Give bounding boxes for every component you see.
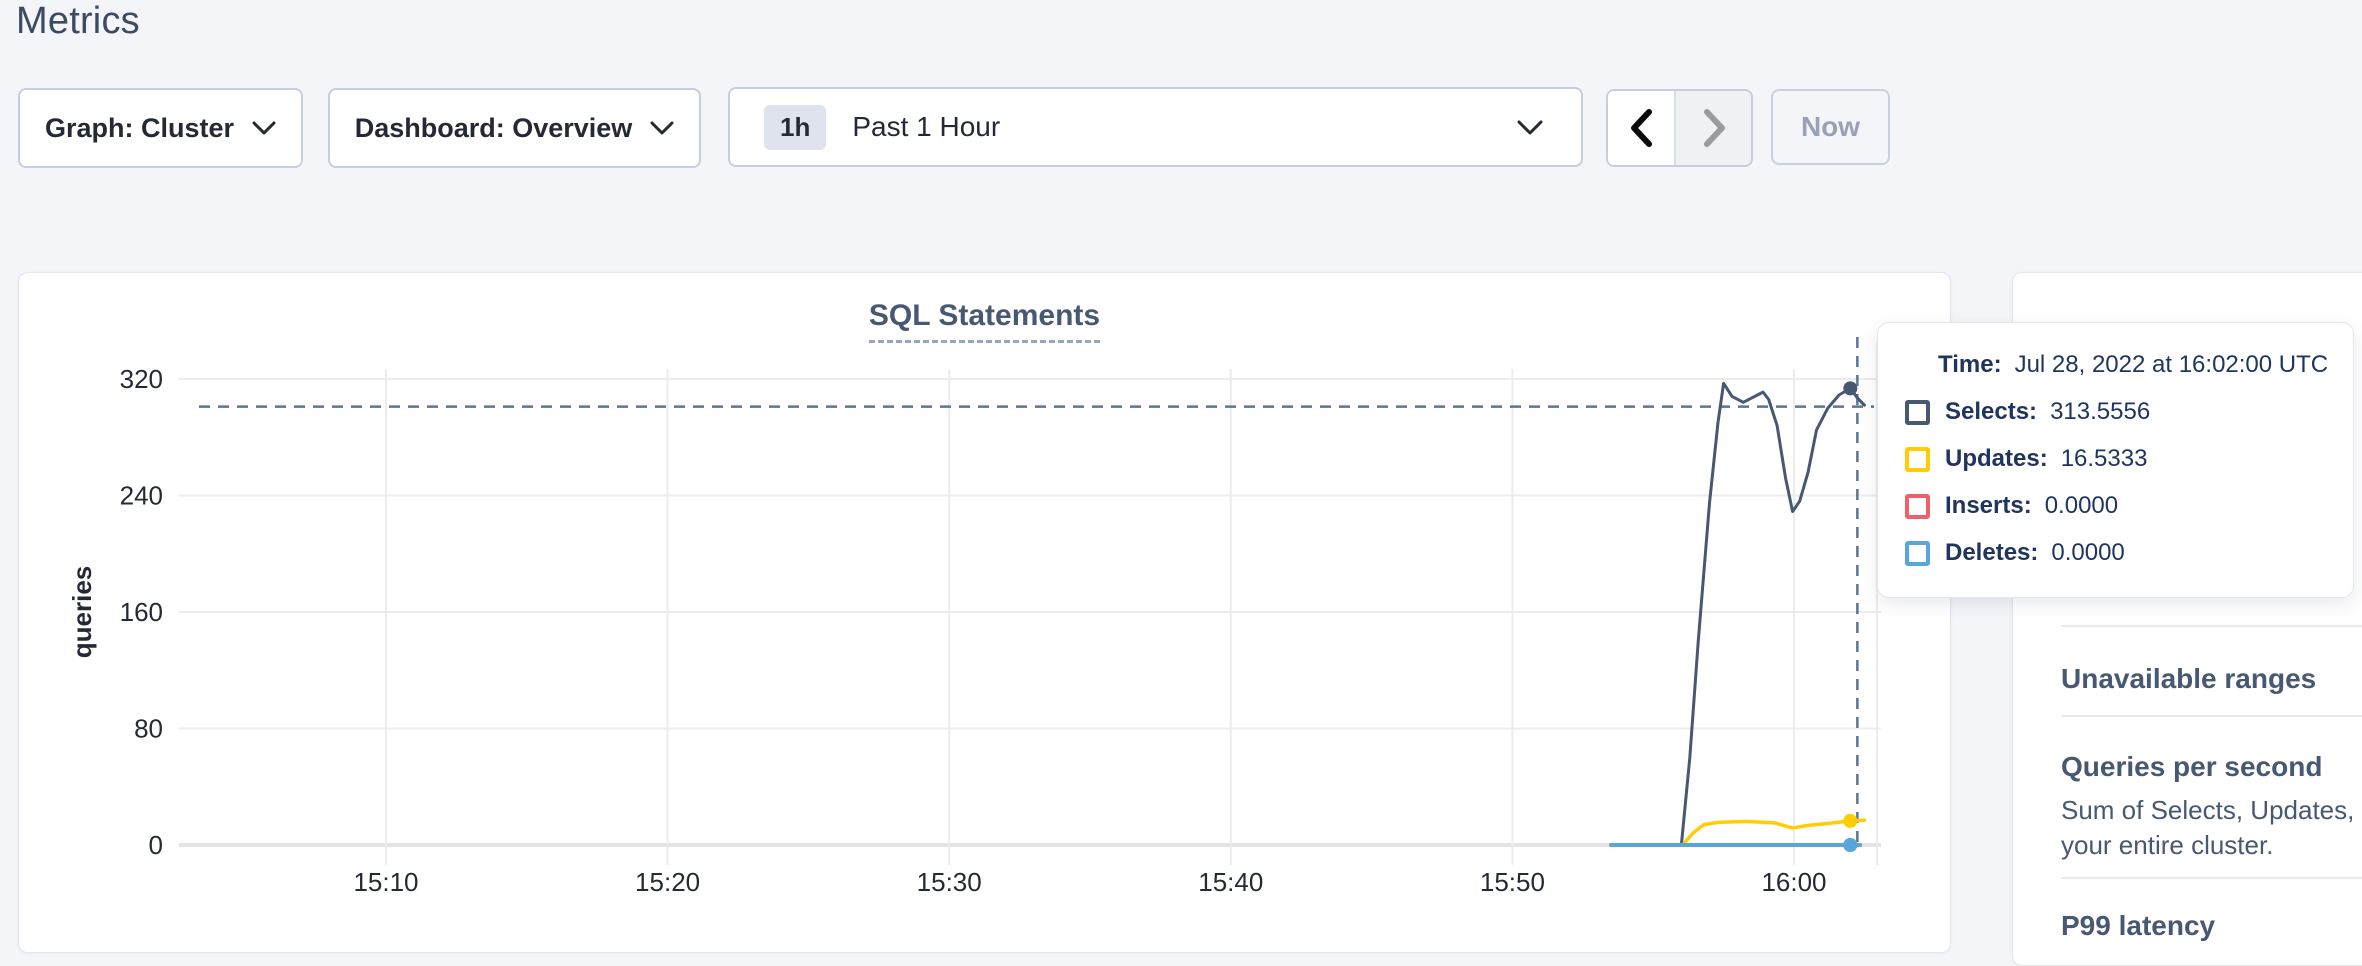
description-section: Unavailable ranges — [2061, 625, 2362, 715]
page-title: Metrics — [16, 0, 140, 43]
chevron-down-icon — [1517, 120, 1543, 135]
svg-text:80: 80 — [134, 714, 163, 744]
previous-interval-button[interactable] — [1608, 91, 1674, 165]
dashboard-label: Dashboard: Overview — [355, 113, 633, 144]
selects-swatch-icon — [1905, 400, 1930, 425]
description-heading: Unavailable ranges — [2061, 663, 2362, 695]
deletes-swatch-icon — [1905, 541, 1930, 566]
tooltip-series-label: Selects: — [1945, 397, 2037, 427]
tooltip-series-value: 0.0000 — [2051, 538, 2124, 568]
tooltip-series-label: Deletes: — [1945, 538, 2038, 568]
time-pager — [1606, 89, 1753, 167]
tooltip-series-label: Updates: — [1945, 444, 2048, 474]
svg-text:320: 320 — [120, 364, 163, 394]
chart-hover-tooltip: Time: Jul 28, 2022 at 16:02:00 UTC Selec… — [1877, 322, 2354, 598]
description-section: Queries per second Sum of Selects, Updat… — [2061, 715, 2362, 877]
chevron-right-icon — [1704, 109, 1726, 147]
description-heading: P99 latency — [2061, 910, 2362, 942]
graph-scope-label: Graph: Cluster — [45, 113, 234, 144]
time-range-dropdown[interactable]: 1h Past 1 Hour — [728, 87, 1583, 167]
svg-text:15:10: 15:10 — [353, 867, 418, 897]
tooltip-time-row: Time: Jul 28, 2022 at 16:02:00 UTC — [1938, 350, 2333, 380]
tooltip-series-value: 0.0000 — [2045, 491, 2118, 521]
tooltip-series-row: Deletes: 0.0000 — [1905, 538, 2333, 568]
tooltip-series-row: Updates: 16.5333 — [1905, 444, 2333, 474]
inserts-swatch-icon — [1905, 494, 1930, 519]
graph-scope-dropdown[interactable]: Graph: Cluster — [18, 88, 303, 168]
svg-text:queries: queries — [67, 566, 97, 659]
svg-text:160: 160 — [120, 597, 163, 627]
chevron-down-icon — [650, 121, 674, 135]
svg-text:0: 0 — [149, 830, 163, 860]
updates-swatch-icon — [1905, 447, 1930, 472]
dashboard-dropdown[interactable]: Dashboard: Overview — [328, 88, 701, 168]
description-line: Sum of Selects, Updates, Inser — [2061, 793, 2362, 828]
svg-text:15:30: 15:30 — [917, 867, 982, 897]
svg-text:240: 240 — [120, 481, 163, 511]
svg-text:15:20: 15:20 — [635, 867, 700, 897]
svg-text:15:40: 15:40 — [1198, 867, 1263, 897]
chevron-down-icon — [252, 121, 276, 135]
next-interval-button-disabled[interactable] — [1674, 91, 1753, 165]
sql-statements-chart-card: SQL Statements 0 80 160 240 320 15:10 15:20 15:… — [18, 272, 1951, 953]
description-line: your entire cluster. — [2061, 828, 2362, 863]
sql-statements-chart-plot[interactable]: 0 80 160 240 320 15:10 15:20 15:30 15:40 15:50 16:… — [19, 273, 1952, 954]
now-button[interactable]: Now — [1771, 89, 1890, 165]
tooltip-series-value: 313.5556 — [2050, 397, 2150, 427]
tooltip-series-row: Inserts: 0.0000 — [1905, 491, 2333, 521]
now-button-label: Now — [1801, 111, 1860, 143]
chevron-left-icon — [1630, 109, 1652, 147]
tooltip-time-value: Jul 28, 2022 at 16:02:00 UTC — [2015, 350, 2329, 380]
tooltip-time-label: Time: — [1938, 350, 2002, 380]
description-section: P99 latency — [2061, 877, 2362, 962]
tooltip-series-label: Inserts: — [1945, 491, 2032, 521]
svg-text:16:00: 16:00 — [1761, 867, 1826, 897]
chart-title[interactable]: SQL Statements — [869, 299, 1100, 343]
description-body: Sum of Selects, Updates, Inser your enti… — [2061, 793, 2362, 863]
time-range-badge: 1h — [764, 105, 826, 150]
tooltip-series-row: Selects: 313.5556 — [1905, 397, 2333, 427]
description-heading: Queries per second — [2061, 751, 2362, 783]
svg-text:15:50: 15:50 — [1480, 867, 1545, 897]
time-range-label: Past 1 Hour — [852, 111, 1000, 143]
tooltip-series-value: 16.5333 — [2061, 444, 2148, 474]
chart-title-wrap: SQL Statements — [19, 299, 1950, 343]
